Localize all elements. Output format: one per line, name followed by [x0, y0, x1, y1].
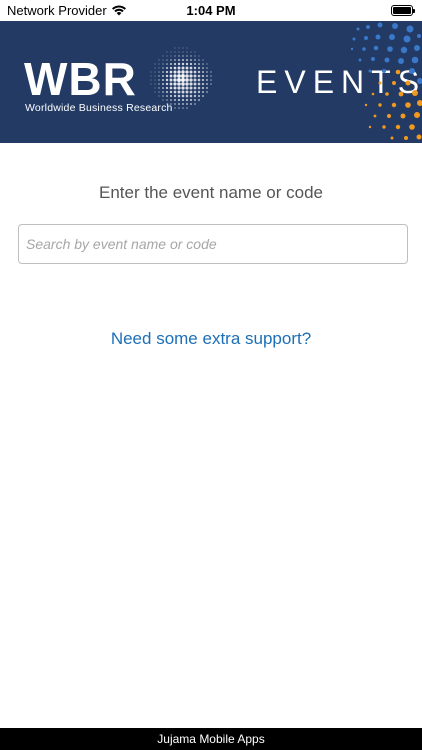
status-bar: Network Provider 1:04 PM	[0, 0, 422, 21]
clock: 1:04 PM	[186, 3, 236, 18]
dotted-globe-icon	[150, 47, 212, 109]
decorative-dots-icon	[350, 22, 422, 140]
header-banner: WBR Worldwide Business Research EVENTS	[0, 21, 422, 143]
battery-icon	[391, 5, 415, 16]
footer-bar: Jujama Mobile Apps	[0, 728, 422, 750]
wbr-logo-text: WBR	[24, 53, 137, 105]
event-search-box[interactable]	[18, 224, 408, 264]
event-search-input[interactable]	[19, 225, 407, 263]
search-prompt: Enter the event name or code	[99, 183, 323, 202]
support-link[interactable]: Need some extra support?	[0, 329, 422, 349]
